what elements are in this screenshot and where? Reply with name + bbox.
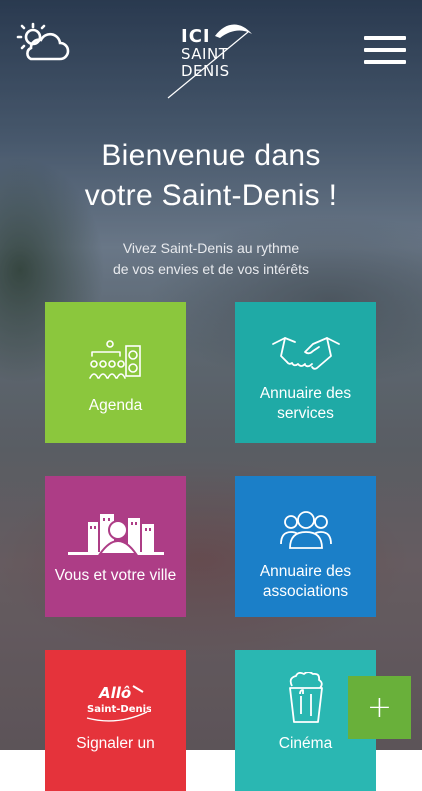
tile-annuaire-associations[interactable]: Annuaire des associations [235,476,376,617]
allo-icon-text-1: Allô [98,684,131,702]
logo-line-1: ICI [181,26,211,47]
tile-annuaire-services[interactable]: Annuaire des services [235,302,376,443]
group-people-icon [279,511,332,549]
tile-vous-et-votre-ville-label: Vous et votre ville [54,567,177,584]
allo-icon-text-2: Saint-Denis [87,704,151,715]
page-subtitle: Vivez Saint-Denis au rythme de vos envie… [0,238,422,280]
tile-vous-et-votre-ville[interactable]: Vous et votre ville [45,476,186,617]
tile-cinema-label: Cinéma [278,735,333,752]
handshake-icon [271,337,340,370]
tile-annuaire-services-label: Annuaire des services [259,385,352,422]
tile-signaler[interactable]: Allô Saint-Denis Signaler un [45,650,186,791]
tile-signaler-label: Signaler un [76,735,155,752]
subtitle-line-1: Vivez Saint-Denis au rythme [122,240,300,256]
agenda-event-icon [88,340,141,379]
hamburger-menu-icon[interactable] [364,36,406,66]
logo-line-2: SAINT [181,45,229,63]
header: ICI SAINT DENIS [0,0,422,100]
page-title: Bienvenue dans votre Saint-Denis ! [0,136,422,216]
tile-annuaire-associations-label: Annuaire des associations [259,563,352,600]
title-line-1: Bienvenue dans [101,139,321,172]
subtitle-line-2: de vos envies et de vos intérêts [112,261,310,277]
tile-agenda-label: Agenda [88,397,143,414]
city-person-icon [67,514,164,555]
plus-icon: + [366,690,393,725]
tile-agenda[interactable]: Agenda [45,302,186,443]
title-line-2: votre Saint-Denis ! [84,179,338,212]
popcorn-icon [288,672,323,723]
allo-saint-denis-icon: Allô Saint-Denis [86,684,151,722]
logo-line-3: DENIS [181,62,230,80]
partly-cloudy-icon[interactable] [16,22,70,64]
add-button[interactable]: + [348,676,411,739]
ici-saint-denis-logo[interactable]: ICI SAINT DENIS [160,12,260,100]
